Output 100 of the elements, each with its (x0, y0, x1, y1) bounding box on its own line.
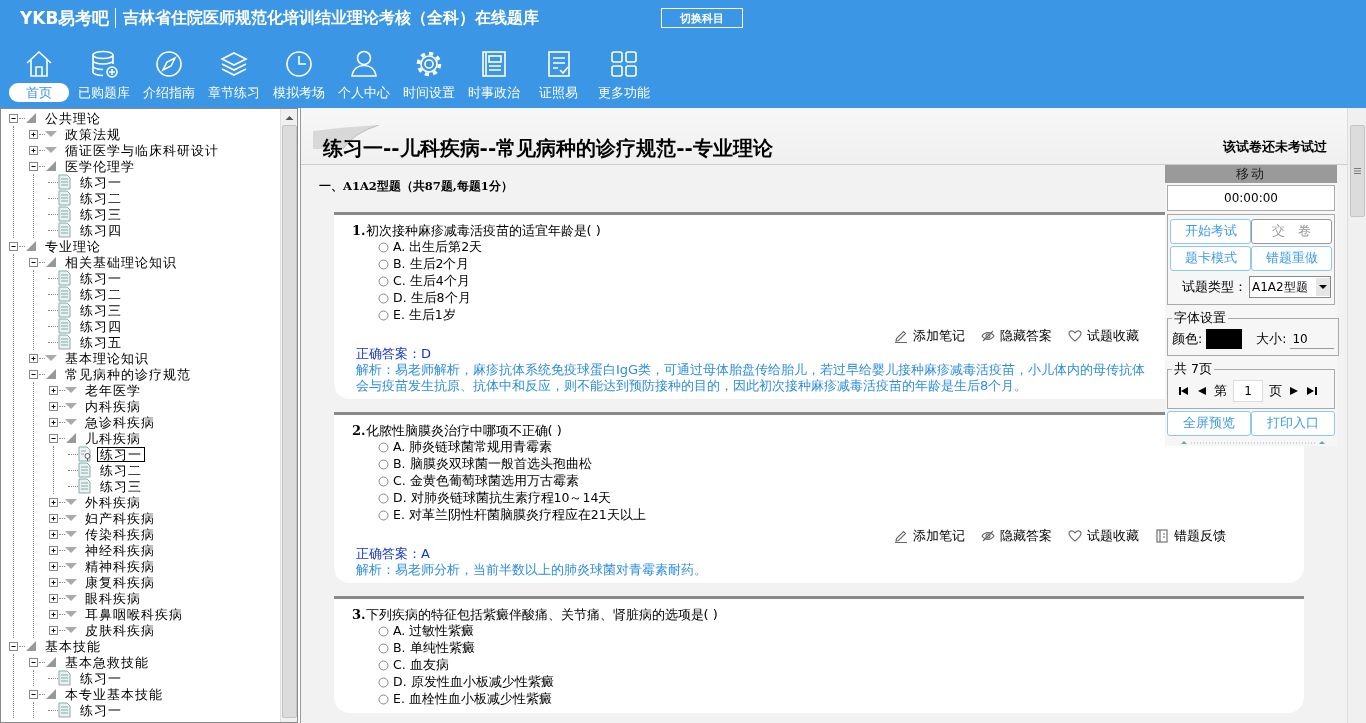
tree-item[interactable]: 康复科疾病 (82, 574, 158, 590)
tree-item[interactable]: 医学伦理学 (62, 158, 138, 174)
tree-item[interactable]: 传染科疾病 (82, 526, 158, 542)
tree-item[interactable]: 眼科疾病 (82, 590, 144, 606)
expand-toggle[interactable] (28, 144, 39, 156)
expand-toggle[interactable] (28, 128, 39, 140)
tree-item[interactable]: 练习一 (77, 702, 125, 718)
caret-icon (1316, 278, 1330, 296)
tree-item[interactable]: 老年医学 (82, 382, 144, 398)
tree-item[interactable]: 神经科疾病 (82, 542, 158, 558)
tree-item[interactable]: 练习三 (97, 478, 145, 494)
tree-item[interactable]: 急诊科疾病 (82, 414, 158, 430)
expand-toggle[interactable] (28, 256, 39, 268)
tree-item[interactable]: 基本技能 (42, 638, 104, 654)
expand-toggle[interactable] (48, 432, 59, 444)
tree-item[interactable]: 精神科疾病 (82, 558, 158, 574)
tree-item[interactable]: 常见病种的诊疗规范 (62, 366, 194, 382)
timer-display: 00:00:00 (1167, 185, 1335, 211)
logo-text: YKB易考吧 (20, 8, 117, 28)
expand-toggle[interactable] (28, 688, 39, 700)
question-text: 1.初次接种麻疹减毒活疫苗的适宜年龄是( ) (352, 222, 601, 239)
size-input[interactable]: 10 (1290, 329, 1335, 349)
tree-item[interactable]: 相关基础理论知识 (62, 254, 180, 270)
feedback-button[interactable]: 错题反馈 (1155, 527, 1226, 545)
radio-button[interactable] (378, 677, 389, 688)
add-note-button[interactable]: 添加笔记 (894, 527, 965, 545)
hide-answer-button[interactable]: 隐藏答案 (981, 527, 1052, 545)
panel-header[interactable]: 移动 (1165, 165, 1337, 183)
tree-item[interactable]: 专业理论 (42, 238, 104, 254)
tree-item[interactable]: 内科疾病 (82, 398, 144, 414)
next-icon[interactable] (1288, 386, 1300, 396)
radio-button[interactable] (378, 660, 389, 671)
radio-button[interactable] (378, 242, 389, 253)
expand-toggle[interactable] (28, 352, 39, 364)
expand-toggle[interactable] (48, 608, 59, 620)
expand-toggle[interactable] (48, 592, 59, 604)
radio-button[interactable] (378, 643, 389, 654)
tree-item[interactable]: 练习五 (77, 334, 125, 350)
favorite-button[interactable]: 试题收藏 (1068, 327, 1139, 345)
tree-item[interactable]: 练习二 (77, 286, 125, 302)
expand-toggle[interactable] (48, 576, 59, 588)
tree-item[interactable]: 基本理论知识 (62, 350, 152, 366)
expand-toggle[interactable] (8, 240, 19, 252)
hide-answer-button[interactable]: 隐藏答案 (981, 327, 1052, 345)
expand-toggle[interactable] (48, 400, 59, 412)
tree-item[interactable]: 政策法规 (62, 126, 124, 142)
expand-toggle[interactable] (48, 528, 59, 540)
add-note-button[interactable]: 添加笔记 (894, 327, 965, 345)
expand-toggle[interactable] (48, 624, 59, 636)
tree-item[interactable]: 练习二 (97, 462, 145, 478)
tree-item[interactable]: 练习一 (77, 174, 125, 190)
radio-button[interactable] (378, 293, 389, 304)
tree-item[interactable]: 练习四 (77, 318, 125, 334)
tree-item[interactable]: 练习一 (77, 270, 125, 286)
tree-item[interactable]: 公共理论 (42, 110, 104, 126)
expand-toggle[interactable] (48, 416, 59, 428)
triangle-icon (25, 112, 37, 124)
expand-toggle[interactable] (48, 496, 59, 508)
radio-button[interactable] (378, 626, 389, 637)
expand-toggle[interactable] (48, 512, 59, 524)
first-page-icon[interactable] (1178, 386, 1190, 396)
tree-item[interactable]: 妇产科疾病 (82, 510, 158, 526)
tree-item[interactable]: 基本急救技能 (62, 654, 152, 670)
expand-toggle[interactable] (48, 384, 59, 396)
previous-icon[interactable] (1196, 386, 1208, 396)
radio-button[interactable] (378, 694, 389, 705)
tree-item[interactable]: 循证医学与临床科研设计 (62, 142, 222, 158)
tree-item[interactable]: 练习一 (77, 670, 125, 686)
tree-item[interactable]: 练习三 (77, 302, 125, 318)
expand-toggle[interactable] (8, 112, 19, 124)
expand-toggle[interactable] (48, 560, 59, 572)
expand-toggle[interactable] (28, 368, 39, 380)
tree-item[interactable]: 练习四 (77, 222, 125, 238)
radio-button[interactable] (378, 510, 389, 521)
radio-button[interactable] (378, 442, 389, 453)
radio-button[interactable] (378, 310, 389, 321)
radio-button[interactable] (378, 476, 389, 487)
page-input[interactable]: 1 (1233, 380, 1263, 402)
expand-toggle[interactable] (8, 640, 19, 652)
favorite-button[interactable]: 试题收藏 (1068, 527, 1139, 545)
tree-item[interactable]: 儿科疾病 (82, 430, 144, 446)
tree-item[interactable]: 练习二 (77, 190, 125, 206)
tree-item[interactable]: 皮肤科疾病 (82, 622, 158, 638)
scrollbar-thumb[interactable] (281, 125, 297, 718)
radio-button[interactable] (378, 459, 389, 470)
expand-toggle[interactable] (28, 656, 39, 668)
last-page-icon[interactable] (1306, 386, 1318, 396)
tree-item[interactable]: 外科疾病 (82, 494, 144, 510)
tree-item[interactable]: 本专业基本技能 (62, 686, 166, 702)
expand-toggle[interactable] (48, 544, 59, 556)
color-swatch[interactable] (1206, 329, 1243, 349)
scrollbar-thumb[interactable] (1349, 125, 1365, 217)
type-dropdown[interactable]: A1A2型题 (1249, 276, 1331, 298)
tree-item[interactable]: 耳鼻咽喉科疾病 (82, 606, 186, 622)
radio-button[interactable] (378, 493, 389, 504)
tree-item[interactable]: 练习三 (77, 206, 125, 222)
radio-button[interactable] (378, 259, 389, 270)
tree-item[interactable]: 练习一 (97, 446, 145, 462)
expand-toggle[interactable] (28, 160, 39, 172)
radio-button[interactable] (378, 276, 389, 287)
